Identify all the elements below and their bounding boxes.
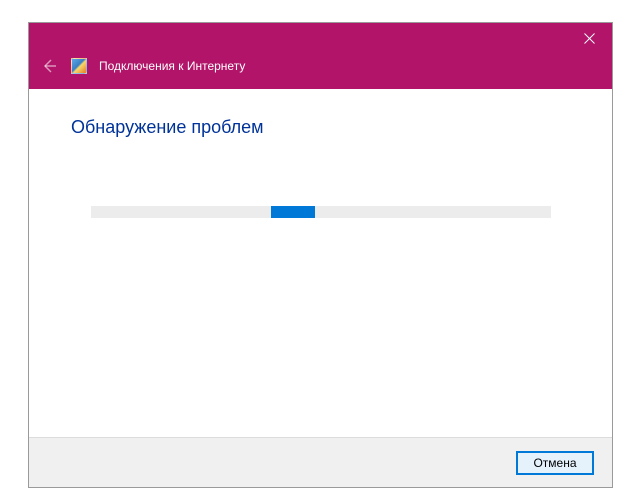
back-button[interactable] [39,56,59,76]
close-button[interactable] [566,23,612,53]
close-icon [584,33,595,44]
wizard-title: Подключения к Интернету [99,59,245,73]
troubleshooter-icon [71,58,87,74]
wizard-header: Подключения к Интернету [29,53,612,89]
footer: Отмена [29,437,612,487]
troubleshooter-window: Подключения к Интернету Обнаружение проб… [28,22,613,488]
cancel-button[interactable]: Отмена [516,451,594,475]
titlebar [29,23,612,53]
page-heading: Обнаружение проблем [71,117,570,138]
progress-indicator [271,206,315,218]
content-area: Обнаружение проблем [29,89,612,437]
progress-bar [91,206,551,218]
back-arrow-icon [41,58,57,74]
